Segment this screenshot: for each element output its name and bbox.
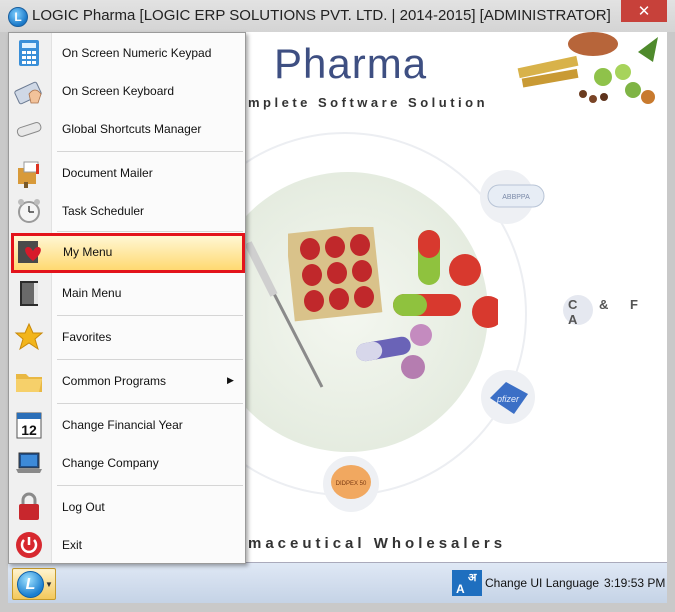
pill-top-label: ABBPPA (502, 194, 530, 201)
star-icon (14, 322, 44, 351)
brand-tagline: mplete Software Solution (248, 95, 489, 110)
power-icon (16, 532, 42, 558)
alarm-clock-icon (18, 199, 40, 223)
language-icon[interactable]: अ A (452, 570, 482, 596)
menu-item-label: Change Company (62, 456, 159, 470)
start-menu-button[interactable]: L ▼ (12, 568, 56, 600)
calendar-icon: 12 (16, 412, 42, 439)
calendar-day-number: 12 (21, 422, 37, 438)
menu-item-my-menu[interactable]: My Menu (11, 233, 245, 273)
menu-item-global-shortcuts[interactable]: Global Shortcuts Manager (9, 111, 245, 147)
app-logo-icon[interactable]: L (8, 7, 28, 27)
calculator-icon (19, 40, 39, 66)
menu-separator (57, 151, 243, 152)
pill-bottom-label: DIDPEX 50 (336, 481, 367, 487)
submenu-arrow-icon: ▶ (227, 375, 234, 385)
menu-item-label: Change Financial Year (62, 418, 183, 432)
pill-bottom-image: DIDPEX 50 (331, 465, 371, 499)
menu-item-log-out[interactable]: Log Out (9, 489, 245, 525)
keyboard-icon (14, 81, 42, 105)
window-title: LOGIC Pharma [LOGIC ERP SOLUTIONS PVT. L… (32, 7, 611, 24)
language-icon-top-glyph: अ (468, 572, 477, 584)
book-icon (20, 281, 38, 306)
mailbox-icon (18, 161, 39, 188)
menu-item-label: Global Shortcuts Manager (62, 122, 202, 136)
menu-separator (57, 485, 243, 486)
close-button[interactable]: ✕ (621, 0, 667, 22)
clock: 3:19:53 PM (604, 576, 666, 590)
menu-item-favorites[interactable]: Favorites (9, 319, 245, 355)
brand-subtagline: maceutical Wholesalers (248, 535, 507, 552)
herbs-decoration-image (517, 32, 658, 104)
cfa-label: C & F A (568, 297, 647, 327)
menu-item-label: On Screen Numeric Keypad (62, 46, 212, 60)
start-menu-popup: On Screen Numeric Keypad On Screen Keybo… (8, 32, 246, 564)
menu-item-main-menu[interactable]: Main Menu (9, 275, 245, 311)
menu-separator (57, 359, 243, 360)
logic-start-icon: L (17, 571, 44, 598)
menu-item-label: Document Mailer (62, 166, 153, 180)
title-bar[interactable]: L LOGIC Pharma [LOGIC ERP SOLUTIONS PVT.… (0, 0, 675, 32)
menu-item-change-company[interactable]: Change Company (9, 445, 245, 481)
menu-item-label: On Screen Keyboard (62, 84, 175, 98)
menu-item-task-scheduler[interactable]: Task Scheduler (9, 193, 245, 229)
menu-item-exit[interactable]: Exit (9, 527, 245, 563)
pill-right-image: pfizer (490, 382, 528, 414)
menu-item-label: Favorites (62, 330, 112, 344)
menu-item-label: Task Scheduler (62, 204, 145, 218)
menu-item-common-programs[interactable]: Common Programs ▶ (9, 363, 245, 399)
menu-item-label: My Menu (63, 245, 113, 259)
chevron-down-icon: ▼ (45, 580, 53, 589)
laptop-icon (16, 452, 42, 473)
taskbar: L ▼ अ A Change UI Language 3:19:53 PM (8, 562, 667, 603)
syringe-image (244, 241, 324, 388)
menu-item-onscreen-keyboard[interactable]: On Screen Keyboard (9, 73, 245, 109)
folder-icon (16, 374, 42, 392)
menu-item-label: Exit (62, 538, 83, 552)
menu-separator (57, 403, 243, 404)
heart-card-icon (18, 241, 41, 263)
menu-item-change-financial-year[interactable]: 12 Change Financial Year (9, 407, 245, 443)
shortcut-key-icon (16, 122, 42, 137)
brand-title: Pharma (274, 40, 428, 87)
language-icon-bottom-glyph: A (456, 582, 465, 596)
menu-item-document-mailer[interactable]: Document Mailer (9, 155, 245, 191)
menu-item-numeric-keypad[interactable]: On Screen Numeric Keypad (9, 35, 245, 71)
menu-item-label: Log Out (62, 500, 105, 514)
menu-separator (57, 315, 243, 316)
lock-icon (19, 492, 39, 520)
pill-right-label: pfizer (496, 394, 520, 404)
menu-item-label: Main Menu (62, 286, 122, 300)
capsules-image (356, 230, 498, 379)
menu-item-label: Common Programs (62, 374, 167, 388)
pill-top-image: ABBPPA (487, 184, 545, 208)
change-ui-language-button[interactable]: Change UI Language (485, 576, 599, 590)
menu-separator (57, 231, 243, 232)
